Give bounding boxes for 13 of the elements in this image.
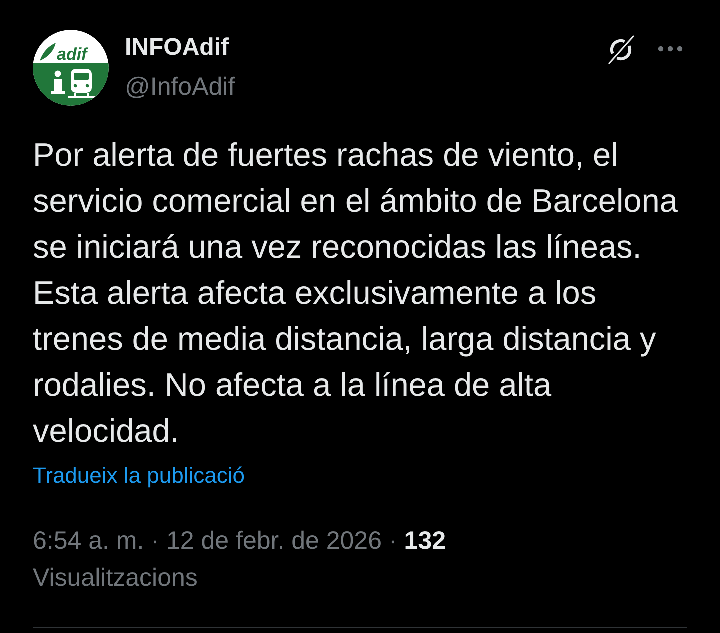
- view-count: 132: [404, 526, 446, 557]
- translate-link[interactable]: Tradueix la publicació: [33, 461, 245, 491]
- author-name[interactable]: INFOAdif: [125, 33, 229, 63]
- separator-dot: ·: [388, 526, 398, 557]
- more-icon[interactable]: [658, 46, 683, 52]
- post-time-link[interactable]: 6:54 a. m.: [33, 523, 144, 560]
- slashed-circle-icon[interactable]: [607, 35, 635, 65]
- post-date-link[interactable]: 12 de febr. de 2026: [166, 523, 382, 560]
- post-text: Por alerta de fuertes rachas de viento, el servicio comercial en el ámbito de Barcelona se iniciará una vez reconocidas las líneas. Esta alerta afecta exclusivamente a los trenes de media distancia, larga distancia y rodalies. No afecta a la línea de alta velocidad.: [33, 136, 679, 451]
- separator-dot: ·: [151, 526, 160, 557]
- author-handle[interactable]: @InfoAdif: [125, 72, 236, 102]
- avatar-logo[interactable]: adif: [33, 30, 109, 106]
- views-label: Visualitzacions: [33, 563, 198, 594]
